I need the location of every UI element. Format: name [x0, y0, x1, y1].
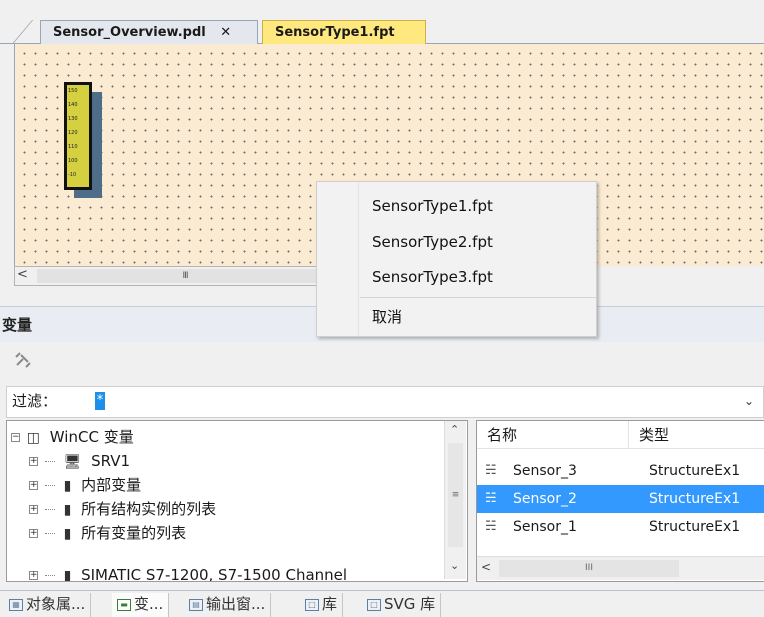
- column-header-name[interactable]: 名称: [477, 421, 629, 449]
- expand-icon[interactable]: +: [29, 481, 38, 490]
- scrollbar-thumb[interactable]: III: [499, 560, 679, 577]
- tree-item-label: SIMATIC S7-1200, S7-1500 Channel: [81, 566, 348, 582]
- canvas-horizontal-scrollbar[interactable]: < III: [14, 266, 334, 286]
- scroll-left-icon[interactable]: <: [17, 267, 28, 282]
- close-icon[interactable]: ✕: [220, 25, 231, 40]
- bottom-tab-object-properties[interactable]: ▦ 对象属...: [4, 593, 92, 617]
- sensor-tick: 150: [68, 88, 78, 94]
- context-menu: SensorType1.fpt SensorType2.fpt SensorTy…: [316, 181, 597, 337]
- tree-connector: [44, 533, 55, 534]
- library-icon: □: [305, 598, 319, 611]
- output-window-icon: ▤: [189, 598, 203, 611]
- scroll-left-icon[interactable]: <: [481, 560, 491, 574]
- tree-item-all-tags[interactable]: + ▮ 所有变量的列表: [29, 521, 186, 545]
- tag-group-icon: ▮: [63, 501, 72, 518]
- table-row[interactable]: ☵ Sensor_1 StructureEx1: [477, 513, 764, 541]
- sensor-widget[interactable]: 150 140 130 120 110 100 -10: [64, 82, 92, 190]
- bottom-tab-library[interactable]: □ 库: [300, 593, 344, 617]
- chevron-down-icon[interactable]: ⌄: [744, 394, 754, 408]
- cell-type: StructureEx1: [649, 519, 741, 535]
- project-icon: ◫: [26, 429, 41, 446]
- expand-icon[interactable]: +: [29, 505, 38, 514]
- table-row[interactable]: ☵ Sensor_3 StructureEx1: [477, 457, 764, 485]
- tree-item-internal-tags[interactable]: + ▮ 内部变量: [29, 473, 141, 497]
- cell-name: Sensor_3: [513, 463, 577, 479]
- table-horizontal-scrollbar[interactable]: < III: [477, 556, 764, 580]
- filter-row: [6, 386, 764, 418]
- tag-group-icon: ▮: [63, 477, 72, 494]
- scrollbar-thumb[interactable]: III: [37, 269, 333, 283]
- tree-item-label: WinCC 变量: [49, 428, 134, 446]
- tag-tree[interactable]: − ◫ WinCC 变量 + 🖥 SRV1 + ▮ 内部变量 + ▮ 所有结构实…: [6, 420, 468, 582]
- cell-type: StructureEx1: [649, 491, 741, 507]
- tree-item-simatic-channel[interactable]: + ▮ SIMATIC S7-1200, S7-1500 Channel: [29, 563, 348, 582]
- tree-connector: [44, 509, 55, 510]
- svg-library-icon: □: [367, 598, 381, 611]
- properties-icon: ▦: [9, 598, 23, 611]
- tree-item-label: SRV1: [91, 452, 131, 470]
- tree-item-structure-instances[interactable]: + ▮ 所有结构实例的列表: [29, 497, 216, 521]
- tree-connector: [44, 485, 55, 486]
- bottom-tab-label: 库: [322, 595, 338, 613]
- menu-item-sensortype1[interactable]: SensorType1.fpt: [317, 189, 596, 223]
- tree-item-label: 内部变量: [81, 476, 142, 494]
- scroll-up-icon[interactable]: ⌃: [450, 423, 459, 436]
- menu-item-sensortype3[interactable]: SensorType3.fpt: [317, 260, 596, 294]
- bottom-tab-label: 输出窗...: [206, 595, 266, 613]
- tag-group-icon: ▮: [63, 567, 72, 582]
- bottom-tab-svg-library[interactable]: □ SVG 库: [362, 593, 442, 617]
- tab-sensor-overview[interactable]: Sensor_Overview.pdl ✕: [40, 20, 258, 44]
- tab-label: Sensor_Overview.pdl: [53, 25, 206, 40]
- tag-group-icon: ▮: [63, 525, 72, 542]
- tree-item-srv1[interactable]: + 🖥 SRV1: [29, 449, 130, 473]
- tree-vertical-scrollbar[interactable]: ⌃ ≡ ⌄: [444, 421, 466, 579]
- sensor-scale: 150 140 130 120 110 100 -10: [67, 85, 89, 187]
- tab-label: SensorType1.fpt: [275, 25, 395, 40]
- structure-tag-icon: ☵: [485, 491, 497, 506]
- menu-item-cancel[interactable]: 取消: [317, 300, 596, 334]
- sensor-tick: 120: [68, 130, 78, 136]
- structure-tag-icon: ☵: [485, 463, 497, 478]
- menu-separator: [360, 297, 596, 298]
- cell-type: StructureEx1: [649, 463, 741, 479]
- cell-name: Sensor_2: [513, 491, 577, 507]
- bottom-tab-output[interactable]: ▤ 输出窗...: [184, 593, 272, 617]
- tree-connector: [44, 461, 55, 462]
- filter-label: 过滤：: [12, 392, 58, 410]
- scroll-down-icon[interactable]: ⌄: [450, 559, 459, 572]
- bottom-tab-label: 变...: [134, 595, 164, 613]
- tab-sensortype1[interactable]: SensorType1.fpt: [262, 20, 426, 44]
- sensor-tick: 130: [68, 116, 78, 122]
- tag-icon: ▬: [117, 598, 131, 611]
- expand-icon[interactable]: +: [29, 529, 38, 538]
- tree-connector: [44, 575, 55, 576]
- structure-tag-icon: ☵: [485, 519, 497, 534]
- expand-icon[interactable]: +: [29, 457, 38, 466]
- filter-input[interactable]: *: [95, 392, 105, 410]
- collapse-icon[interactable]: −: [11, 433, 20, 442]
- bottom-tab-label: SVG 库: [384, 595, 436, 613]
- expand-icon[interactable]: +: [29, 571, 38, 580]
- column-header-type[interactable]: 类型: [629, 421, 764, 449]
- tree-item-label: 所有结构实例的列表: [81, 500, 217, 518]
- menu-item-sensortype2[interactable]: SensorType2.fpt: [317, 225, 596, 259]
- bottom-tab-label: 对象属...: [26, 595, 86, 613]
- table-row[interactable]: ☵ Sensor_2 StructureEx1: [477, 485, 764, 513]
- sensor-tick: 110: [68, 144, 78, 150]
- tree-item-wincc[interactable]: − ◫ WinCC 变量: [11, 425, 134, 449]
- variables-toolbar: [0, 342, 764, 382]
- sensor-tick: 140: [68, 102, 78, 108]
- bottom-tab-variables[interactable]: ▬ 变...: [112, 593, 170, 617]
- sensor-tick: -10: [68, 172, 77, 178]
- sensor-tick: 100: [68, 158, 78, 164]
- cell-name: Sensor_1: [513, 519, 577, 535]
- connect-icon[interactable]: [14, 351, 32, 374]
- scrollbar-thumb[interactable]: ≡: [448, 443, 463, 547]
- tree-item-label: 所有变量的列表: [81, 524, 187, 542]
- server-icon: 🖥: [63, 453, 82, 470]
